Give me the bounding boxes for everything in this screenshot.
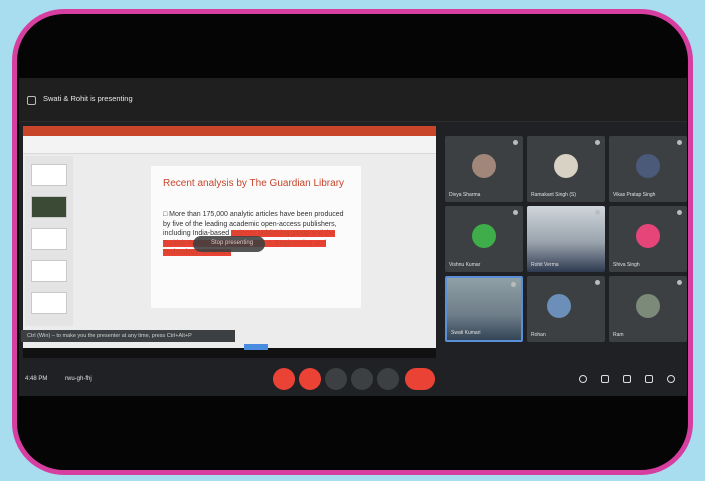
mic-icon xyxy=(513,140,518,145)
windows-taskbar xyxy=(23,348,436,358)
mic-icon xyxy=(513,210,518,215)
participant-name: Swati Kumari xyxy=(451,330,481,336)
presenting-label: Swati & Rohit is presenting xyxy=(43,94,133,103)
mic-icon xyxy=(677,210,682,215)
participant-name: Divya Sharma xyxy=(449,192,481,198)
slide-thumbnail[interactable] xyxy=(31,260,67,282)
presenter-control-pill[interactable]: Stop presenting xyxy=(193,236,265,252)
avatar xyxy=(636,154,660,178)
avatar xyxy=(472,154,496,178)
participant-tile[interactable]: Divya Sharma xyxy=(445,136,523,202)
avatar xyxy=(547,294,571,318)
avatar xyxy=(472,224,496,248)
avatar xyxy=(636,294,660,318)
presenter-pill-label: Stop presenting xyxy=(211,240,254,246)
participant-name: Ramakant Singh (S) xyxy=(531,192,577,198)
activities-icon[interactable] xyxy=(645,375,653,383)
powerpoint-title-bar xyxy=(23,126,436,136)
captions-button[interactable] xyxy=(325,368,347,390)
screen-share-icon xyxy=(27,96,36,105)
participant-name: Rohan xyxy=(531,332,546,338)
mic-icon xyxy=(595,280,600,285)
meeting-controls-bar: 4:48 PM rwu-gh-fhj xyxy=(19,362,687,396)
avatar xyxy=(636,224,660,248)
meeting-code[interactable]: rwu-gh-fhj xyxy=(65,376,92,382)
meeting-time: 4:48 PM xyxy=(25,376,48,382)
slide-thumbnail[interactable] xyxy=(31,292,67,314)
more-options-button[interactable] xyxy=(377,368,399,390)
presentation-top-bar: Swati & Rohit is presenting xyxy=(19,78,687,122)
participant-grid: Divya Sharma Ramakant Singh (S) Vikas Pr… xyxy=(445,136,687,348)
participant-tile[interactable]: Rohan xyxy=(527,276,605,342)
avatar xyxy=(554,154,578,178)
present-button[interactable] xyxy=(351,368,373,390)
participant-name: Vikas Pratap Singh xyxy=(613,192,656,198)
mic-icon xyxy=(595,140,600,145)
participant-tile[interactable]: Vikas Pratap Singh xyxy=(609,136,687,202)
mic-icon xyxy=(677,140,682,145)
leave-call-button[interactable] xyxy=(405,368,435,390)
rounded-photo-frame: Swati & Rohit is presenting Recent analy… xyxy=(12,9,693,475)
slide-thumbnail[interactable] xyxy=(31,164,67,186)
slide-thumbnail[interactable] xyxy=(31,228,67,250)
participant-video-tile[interactable]: Swati Kumari xyxy=(445,276,523,342)
mic-icon xyxy=(595,210,600,215)
slide-title: Recent analysis by The Guardian Library xyxy=(163,178,345,189)
camera-button[interactable] xyxy=(299,368,321,390)
participant-name: Shiva Singh xyxy=(613,262,640,268)
slide-thumbnails xyxy=(25,156,73,326)
participant-tile[interactable]: Ramakant Singh (S) xyxy=(527,136,605,202)
participant-tile[interactable]: Ram xyxy=(609,276,687,342)
people-icon[interactable] xyxy=(601,375,609,383)
participant-video-tile[interactable]: Rohit Verma xyxy=(527,206,605,272)
info-icon[interactable] xyxy=(579,375,587,383)
powerpoint-ribbon xyxy=(23,136,436,154)
blue-action-chip[interactable] xyxy=(244,344,268,350)
mic-icon xyxy=(511,282,516,287)
slide-thumbnail[interactable] xyxy=(31,196,67,218)
microphone-button[interactable] xyxy=(273,368,295,390)
participant-tile[interactable]: Shiva Singh xyxy=(609,206,687,272)
participant-name: Ram xyxy=(613,332,624,338)
notification-toast: Ctrl (Win) – to make you the presenter a… xyxy=(21,330,235,342)
shared-screen: Recent analysis by The Guardian Library … xyxy=(23,126,436,358)
participant-name: Rohit Verma xyxy=(531,262,559,268)
host-controls-icon[interactable] xyxy=(667,375,675,383)
chat-icon[interactable] xyxy=(623,375,631,383)
participant-name: Vishnu Kumar xyxy=(449,262,481,268)
video-call-screen: Swati & Rohit is presenting Recent analy… xyxy=(19,78,687,396)
mic-icon xyxy=(677,280,682,285)
participant-tile[interactable]: Vishnu Kumar xyxy=(445,206,523,272)
